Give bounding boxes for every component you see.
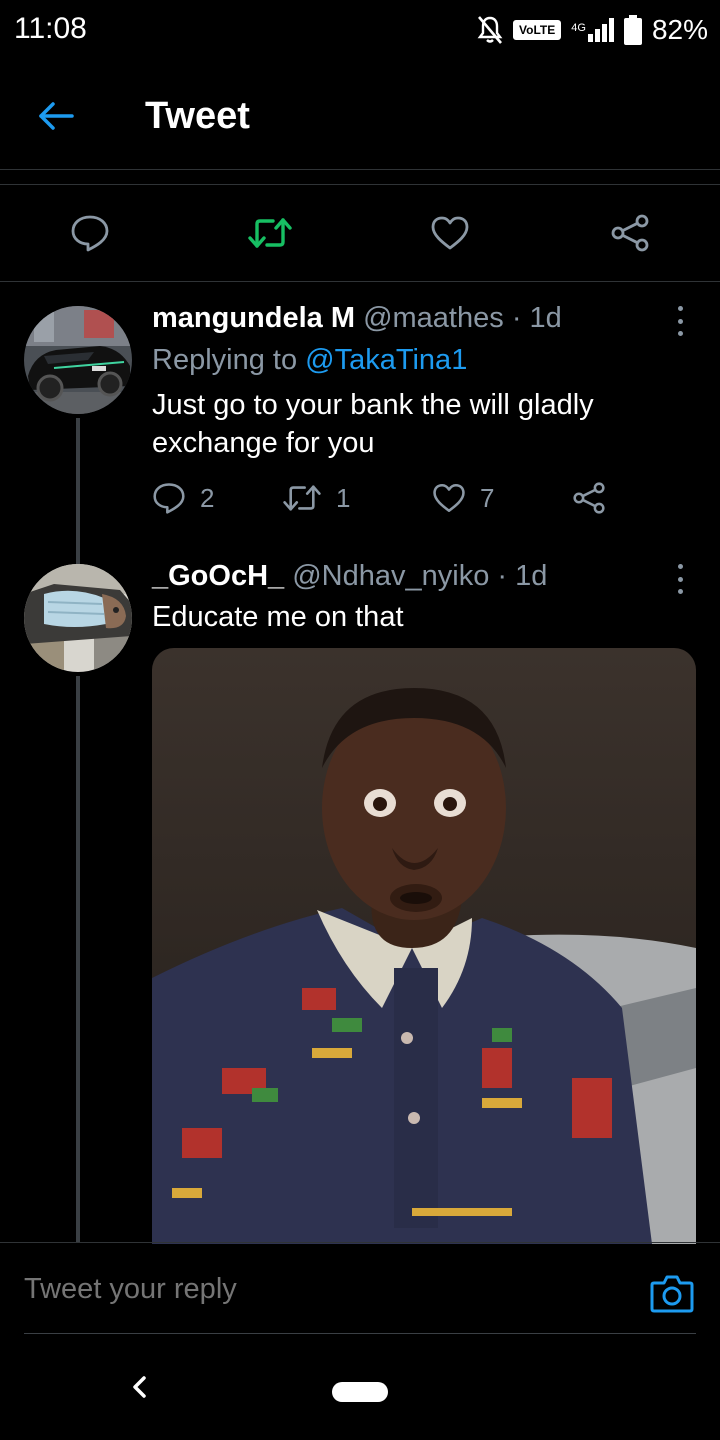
nav-home-pill[interactable] — [332, 1382, 388, 1402]
avatar-image — [24, 564, 132, 672]
tweet-header: _GoOcH_ @Ndhav_nyiko · 1d — [152, 560, 547, 593]
timestamp: 1d — [529, 302, 562, 334]
like-button[interactable] — [426, 209, 474, 257]
tweet-reply-input[interactable] — [24, 1273, 584, 1306]
battery-level: 82% — [651, 14, 708, 45]
like-icon — [433, 483, 465, 513]
mention-link[interactable]: @TakaTina1 — [305, 344, 467, 376]
avatar-image — [24, 306, 132, 414]
replying-to-label: Replying to — [152, 344, 306, 376]
retweet-count: 1 — [336, 482, 351, 513]
thread-line — [76, 418, 80, 564]
surprised-man-image — [152, 648, 696, 1244]
display-name[interactable]: _GoOcH_ — [152, 560, 284, 592]
main-tweet-actions — [0, 184, 720, 282]
share-icon — [611, 214, 649, 252]
status-icons: VoLTE 4G 82% — [477, 12, 708, 48]
tweet-media-image[interactable] — [152, 648, 696, 1244]
display-name[interactable]: mangundela M — [152, 302, 355, 334]
separator: · — [511, 302, 522, 334]
camera-icon — [650, 1275, 694, 1313]
reply-icon — [71, 215, 109, 252]
battery-icon — [623, 15, 642, 45]
more-dot — [677, 318, 683, 324]
retweet-icon — [283, 485, 321, 511]
like-count: 7 — [480, 482, 495, 513]
more-options-button[interactable] — [670, 306, 690, 336]
notifications-off-icon — [477, 16, 503, 44]
nav-back-icon[interactable] — [128, 1372, 150, 1402]
tweet-actions: 2 1 7 — [152, 482, 606, 514]
like-count-button[interactable]: 7 — [432, 482, 572, 514]
system-nav-bar — [0, 1334, 720, 1440]
share-button[interactable] — [572, 482, 606, 514]
retweet-button[interactable] — [246, 209, 294, 257]
reply-tweet[interactable]: mangundela M @maathes · 1d Replying to @… — [0, 282, 720, 564]
share-button[interactable] — [606, 209, 654, 257]
tweet-header: mangundela M @maathes · 1d — [152, 302, 562, 335]
timestamp: 1d — [515, 560, 548, 592]
share-icon — [573, 482, 605, 514]
back-button[interactable] — [30, 92, 82, 140]
more-dot — [677, 576, 683, 582]
reply-composer — [0, 1242, 720, 1334]
arrow-left-icon — [39, 102, 74, 130]
more-options-button[interactable] — [670, 564, 690, 594]
like-icon — [431, 216, 469, 250]
avatar[interactable] — [24, 306, 132, 414]
page-title: Tweet — [145, 95, 250, 137]
replying-to: Replying to @TakaTina1 — [152, 344, 467, 377]
camera-button[interactable] — [650, 1273, 694, 1313]
retweet-icon — [248, 218, 292, 248]
reply-icon — [153, 483, 185, 514]
more-dot — [677, 564, 683, 569]
signal-icon: 4G — [571, 18, 614, 42]
reply-count: 2 — [200, 482, 215, 513]
tweet-text: Just go to your bank the will gladly exc… — [152, 389, 594, 459]
more-dot — [677, 331, 683, 336]
tweet-text: Educate me on that — [152, 601, 404, 633]
handle[interactable]: @Ndhav_nyiko — [292, 560, 489, 592]
handle[interactable]: @maathes — [363, 302, 504, 334]
status-bar: 11:08 VoLTE 4G 82% — [0, 0, 720, 62]
reply-button[interactable] — [66, 209, 114, 257]
retweet-count-button[interactable]: 1 — [282, 483, 432, 514]
more-dot — [677, 589, 683, 594]
top-app-bar: Tweet — [0, 62, 720, 170]
separator: · — [497, 560, 508, 592]
reply-count-button[interactable]: 2 — [152, 482, 282, 514]
more-dot — [677, 306, 683, 311]
avatar[interactable] — [24, 564, 132, 672]
volte-badge: VoLTE — [513, 20, 562, 40]
status-time: 11:08 — [14, 12, 87, 45]
thread-line — [76, 676, 80, 1242]
